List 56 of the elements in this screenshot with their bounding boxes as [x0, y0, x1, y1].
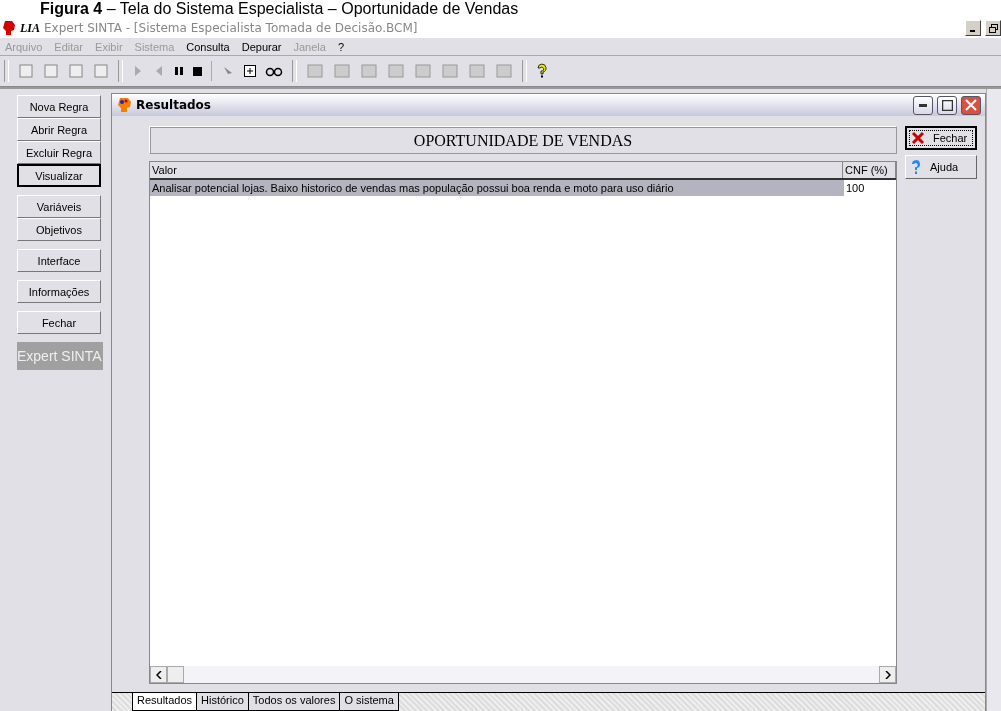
restore-button[interactable]: [985, 20, 1001, 36]
sidebar-button[interactable]: Nova Regra: [17, 95, 101, 118]
toolbar-tool-icon[interactable]: [495, 62, 513, 80]
tab[interactable]: Histórico: [196, 693, 249, 711]
sidebar-button[interactable]: Excluir Regra: [17, 141, 101, 164]
toolbar-tool-icon[interactable]: [333, 62, 351, 80]
app-logo: Expert SINTA: [17, 342, 103, 370]
result-heading: OPORTUNIDADE DE VENDAS: [149, 126, 897, 154]
tab[interactable]: Todos os valores: [247, 693, 341, 711]
menu-item[interactable]: Consulta: [186, 40, 230, 53]
sidebar-button[interactable]: Informações: [17, 280, 101, 303]
column-header[interactable]: CNF (%): [843, 162, 896, 178]
toolbar-tool-icon[interactable]: [306, 62, 324, 80]
stop-icon[interactable]: [193, 66, 202, 76]
tab[interactable]: Resultados: [132, 693, 198, 711]
help-icon[interactable]: [536, 63, 548, 79]
expand-icon[interactable]: [244, 65, 256, 77]
glasses-icon[interactable]: [265, 65, 283, 77]
minimize-icon: [919, 103, 927, 107]
close-button[interactable]: Fechar: [905, 126, 977, 150]
sidebar-button[interactable]: Abrir Regra: [17, 118, 101, 141]
figure-caption: Figura 4 – Tela do Sistema Especialista – Oportunidade de Vendas: [39, 0, 520, 18]
help-button[interactable]: Ajuda: [905, 155, 977, 179]
menu-item[interactable]: Depurar: [241, 40, 282, 53]
maximize-icon: [941, 99, 953, 111]
table-cell[interactable]: Analisar potencial lojas. Baixo historico de vendas mas população possui boa renda e moto para uso diário: [150, 180, 844, 196]
maximize-button[interactable]: [937, 95, 957, 115]
toolbar-tool-icon[interactable]: [441, 62, 459, 80]
window-title: Resultados: [136, 98, 211, 112]
sidebar-button[interactable]: Interface: [17, 249, 101, 272]
window-title: Expert SINTA - [Sistema Especialista Tomada de Decisão.BCM]: [44, 21, 418, 35]
close-icon: [911, 131, 925, 145]
question-mark-icon: [910, 159, 922, 175]
tab[interactable]: O sistema: [339, 693, 399, 711]
sidebar-button[interactable]: Variáveis: [17, 195, 101, 218]
sidebar-button[interactable]: Visualizar: [17, 164, 101, 187]
toolbar-tool-icon[interactable]: [387, 62, 405, 80]
scroll-thumb[interactable]: [167, 666, 184, 683]
toolbar-tool-icon[interactable]: [360, 62, 378, 80]
close-button[interactable]: [961, 95, 981, 115]
toolbar-tool-icon[interactable]: [414, 62, 432, 80]
horizontal-scrollbar[interactable]: [150, 666, 896, 683]
vertical-scrollbar[interactable]: [986, 89, 1001, 711]
head-icon: [2, 20, 16, 36]
column-header[interactable]: Valor: [150, 162, 843, 178]
restore-icon: [988, 23, 998, 33]
pause-icon[interactable]: [174, 66, 184, 76]
head-icon: [116, 97, 132, 113]
minimize-button[interactable]: [913, 95, 933, 115]
sidebar-button[interactable]: Fechar: [17, 311, 101, 334]
menu-item[interactable]: ?: [337, 40, 345, 53]
table-cell[interactable]: 100: [844, 180, 896, 196]
toolbar-tool-icon[interactable]: [468, 62, 486, 80]
close-icon: [965, 99, 977, 111]
sidebar-button[interactable]: Objetivos: [17, 218, 101, 241]
app-brand: LIA: [20, 20, 40, 36]
